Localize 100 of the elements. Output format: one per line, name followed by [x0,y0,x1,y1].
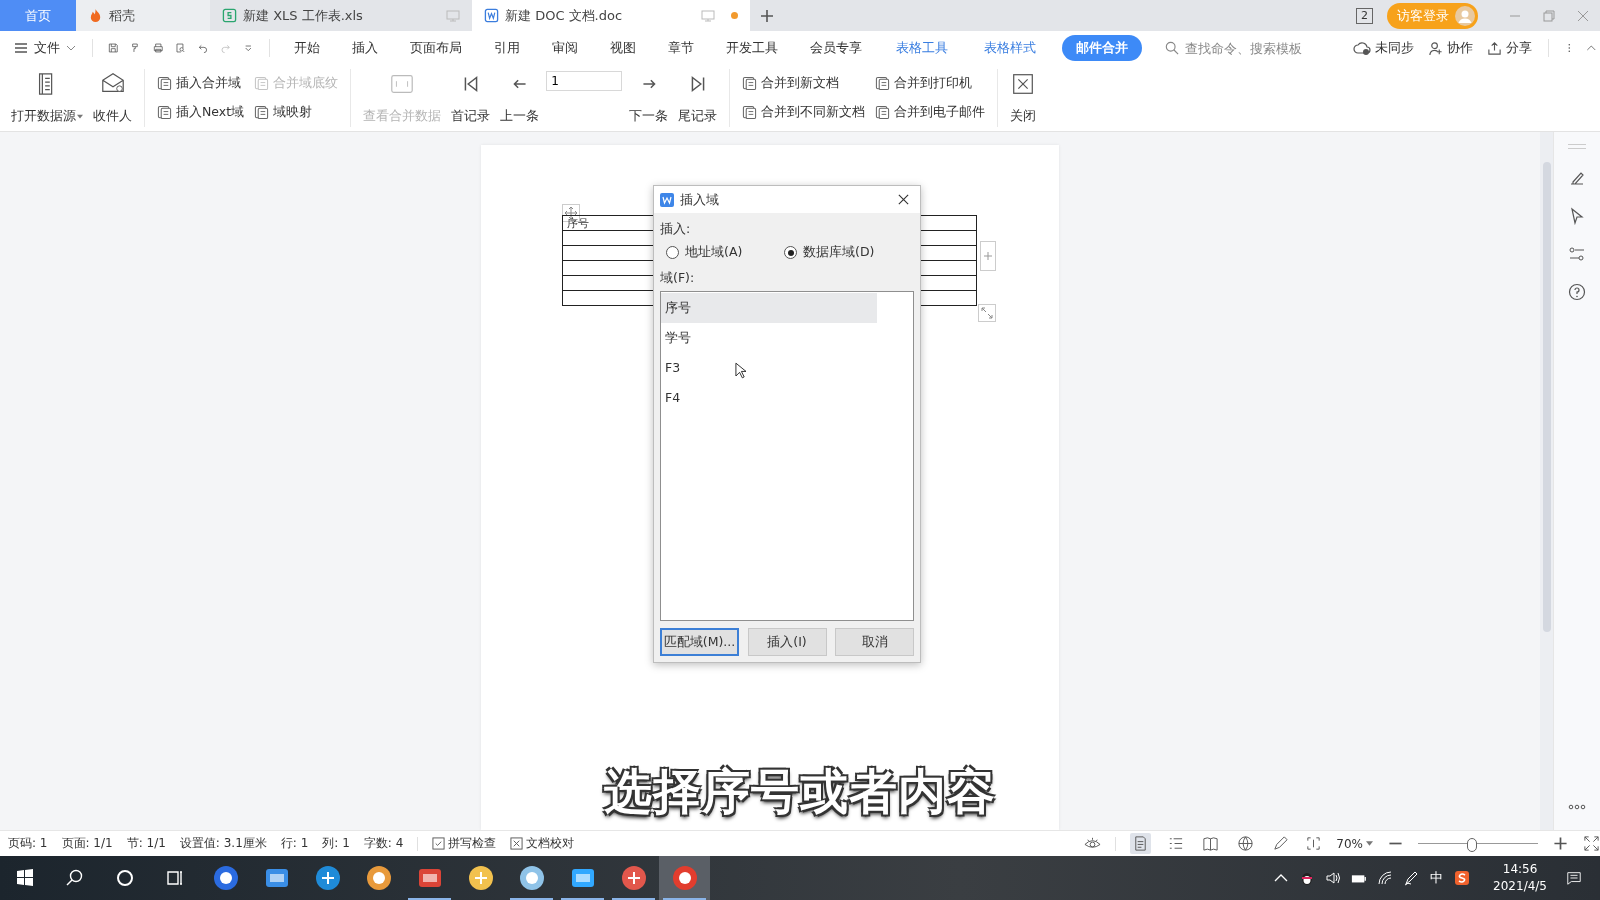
clock-time[interactable]: 14:56 [1502,861,1538,878]
file-menu[interactable]: 文件 [14,39,76,57]
ribbon-tab[interactable]: 审阅 [542,35,589,61]
flame-icon [88,8,103,23]
caret-icon [66,45,76,51]
pen-icon[interactable] [1403,870,1420,886]
radio-option[interactable]: 数据库域(D) [784,244,902,261]
ribbon-button[interactable]: 关闭 [1007,69,1040,127]
ribbon-button[interactable]: 合并到新文档 [739,74,869,93]
volume-icon[interactable] [1325,870,1342,886]
app-icon [671,865,698,891]
ribbon-tab[interactable]: 会员专享 [800,35,873,61]
ribbon-tab[interactable]: 插入 [342,35,389,61]
documents-icon [742,76,758,91]
ribbon-tab[interactable]: 表格工具 [886,35,959,61]
spreadsheet-icon [222,8,237,23]
spell-check-button[interactable]: 拼写检查 [432,835,497,852]
fullscreen-icon[interactable] [1583,835,1600,852]
vertical-scrollbar[interactable] [1540,132,1553,830]
zoom-dropdown[interactable]: 70% [1336,836,1373,851]
ribbon-tab[interactable]: 章节 [658,35,705,61]
field-list-item[interactable]: 学号 [661,323,877,353]
pointer-icon[interactable] [1568,207,1586,225]
mouse-cursor-icon [735,362,746,379]
checkbox-icon [432,837,446,850]
status-text: 列: 1 [322,835,350,852]
insert-label: 插入: [660,221,691,238]
ribbon-tab[interactable]: 页面布局 [400,35,473,61]
zoom-in-icon[interactable] [1552,835,1569,852]
ribbon-button[interactable]: 首记录 [448,69,494,127]
ribbon-button[interactable]: 下一条 [626,69,672,127]
document-tab[interactable]: 新建 DOC 文档.doc [472,0,750,31]
print-icon[interactable] [152,40,164,56]
ribbon-button[interactable]: 插入合并域 [154,74,248,93]
document-icon [484,8,499,23]
taskbar-app[interactable] [659,856,710,900]
input-method-indicator[interactable]: 中 [1430,869,1444,887]
share-button[interactable]: 分享 [1487,39,1533,57]
cloud-icon [1353,41,1372,55]
cross-box-icon [510,837,524,850]
document-tab[interactable]: 新建 XLS 工作表.xls [210,0,472,31]
dialog-button[interactable]: 插入(I) [747,628,827,656]
app-icon [467,865,494,891]
document-tab[interactable]: 稻壳 [76,0,210,31]
caret-icon [1366,841,1373,846]
sync-button[interactable]: 未同步 [1353,39,1415,57]
ribbon-button[interactable]: 上一条 [497,69,543,127]
window-count-badge[interactable]: 2 [1356,7,1373,24]
page-view-icon[interactable] [1130,833,1152,854]
video-caption: 选择序号或者内容 [604,762,996,822]
app-icon [620,865,647,891]
status-text: 字数: 4 [363,835,404,852]
documents-icon [254,105,270,120]
fit-width-icon[interactable] [1305,835,1323,852]
share-icon [1487,40,1503,56]
sliders-icon[interactable] [1568,245,1586,263]
help-icon[interactable] [1568,283,1586,301]
sogou-icon[interactable] [1454,870,1471,886]
field-list-item[interactable]: F4 [661,383,877,413]
ribbon-tab[interactable]: 开始 [284,35,331,61]
field-list-item[interactable]: F3 [661,353,877,383]
proofread-button[interactable]: 文档校对 [510,835,575,852]
ribbon-button[interactable]: 打开数据源 [8,69,86,127]
radio-option[interactable]: 地址域(A) [666,244,784,261]
ribbon-button[interactable]: 合并到打印机 [872,74,989,93]
ribbon-button[interactable]: 域映射 [251,103,342,122]
save-icon[interactable] [107,40,119,56]
wifi-icon[interactable] [1377,870,1394,886]
print-preview-icon[interactable] [175,40,186,56]
table-cell-text: 序号 [567,216,589,230]
status-text: 节: 1/1 [126,835,166,852]
app-icon [518,865,545,891]
ribbon-button[interactable]: 合并到不同新文档 [739,103,869,122]
close-icon[interactable] [897,193,910,206]
command-search-field[interactable]: 查找命令、搜索模板 [1165,39,1338,57]
documents-icon [875,105,891,120]
ribbon-button[interactable]: 收件人 [90,69,135,127]
dialog-button[interactable]: 取消 [835,628,914,656]
documents-icon [157,76,172,91]
resize-handle-icon[interactable] [978,304,996,322]
app-icon [212,865,239,891]
record-number-field[interactable]: 1 [546,71,623,91]
avatar-icon [1455,5,1475,26]
ribbon-tab[interactable]: 引用 [484,35,531,61]
ribbon-tab[interactable]: 表格样式 [974,35,1047,61]
app-icon [365,865,392,891]
collaborate-button[interactable]: 协作 [1428,39,1474,57]
notification-icon[interactable] [1566,870,1582,886]
more-options-icon[interactable] [1568,804,1586,810]
dialog-button[interactable]: 匹配域(M)... [660,628,739,656]
ribbon-button[interactable]: 合并到电子邮件 [872,103,989,122]
clock-date[interactable]: 2021/4/5 [1493,878,1547,895]
plus-icon [760,8,774,23]
search-icon [1165,41,1180,55]
field-list-item[interactable]: 序号 [661,293,877,323]
ribbon-button[interactable]: 插入Next域 [154,103,248,122]
zoom-slider[interactable] [1418,836,1538,851]
ribbon-tab[interactable]: 视图 [600,35,647,61]
ribbon-button[interactable]: 尾记录 [675,69,721,127]
ribbon-tab[interactable]: 开发工具 [716,35,789,61]
